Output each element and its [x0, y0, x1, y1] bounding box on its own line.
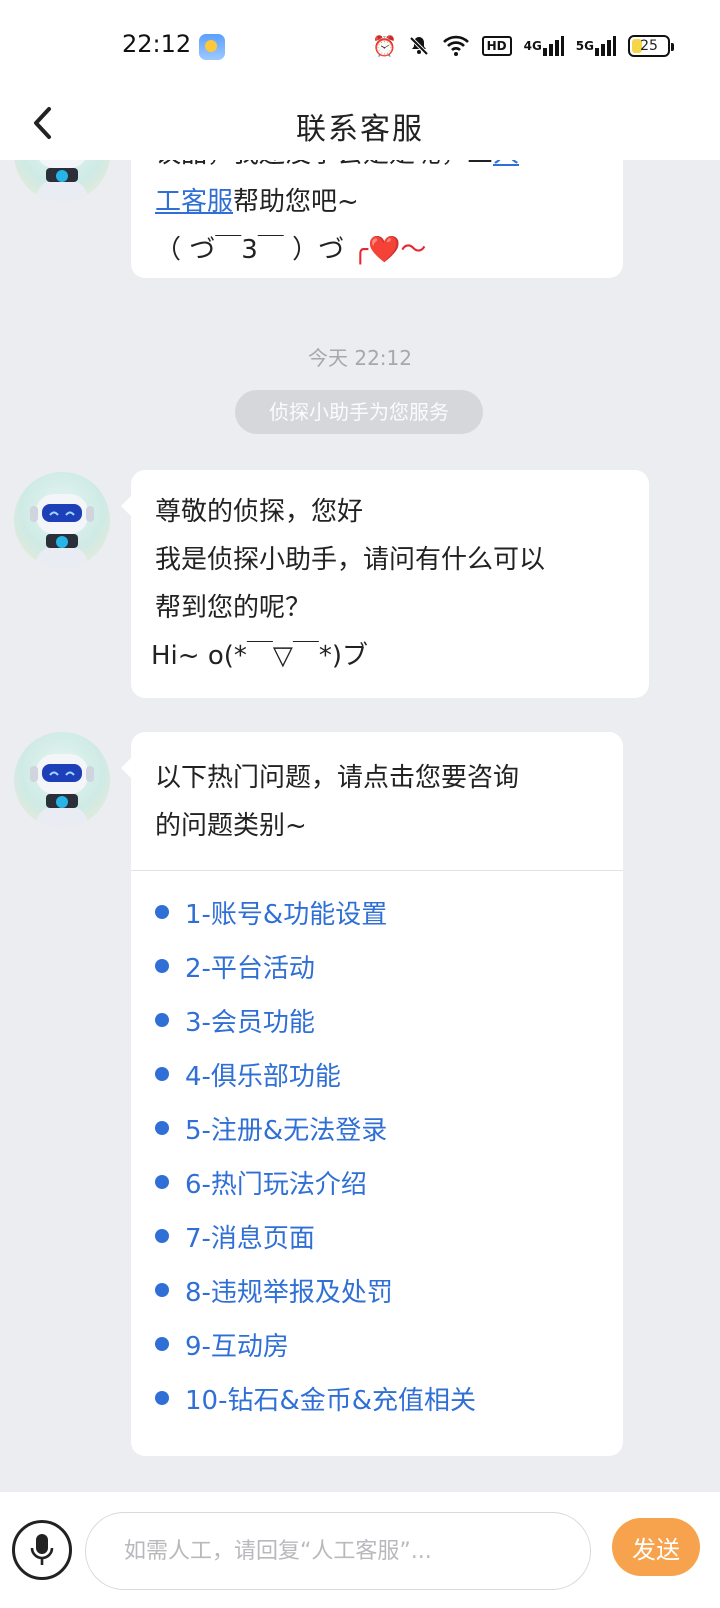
bullet-icon — [155, 1067, 169, 1081]
faq-item-messages[interactable]: 7-消息页面 — [155, 1209, 623, 1263]
greeting-line3: 帮到您的呢？ — [155, 593, 312, 623]
faq-item-membership[interactable]: 3-会员功能 — [155, 993, 623, 1047]
greeting-line2: 我是侦探小助手，请问有什么可以 — [155, 545, 546, 575]
human-service-link-part1[interactable]: 人 — [493, 160, 519, 169]
status-bar: 22:12 ⏰ HD 4G 5G 25 — [0, 0, 720, 90]
alarm-icon: ⏰ — [372, 34, 398, 58]
faq-item-label: 9-互动房 — [185, 1331, 289, 1362]
bot-avatar — [14, 160, 110, 202]
faq-intro-line1: 以下热门问题，请点击您要咨询 — [155, 763, 520, 793]
message-timestamp: 今天 22:12 — [308, 346, 412, 370]
bullet-icon — [155, 959, 169, 973]
faq-item-recharge[interactable]: 10-钻石&金币&充值相关 — [155, 1371, 623, 1425]
faq-item-platform-activities[interactable]: 2-平台活动 — [155, 939, 623, 993]
bullet-icon — [155, 1283, 169, 1297]
bot-avatar — [14, 472, 110, 568]
bullet-icon — [155, 905, 169, 919]
mute-bell-icon — [408, 34, 430, 58]
prev-message-line2: 工客服帮助您吧~ — [155, 178, 599, 226]
robot-icon — [36, 160, 88, 202]
faq-item-interactive-room[interactable]: 9-互动房 — [155, 1317, 623, 1371]
faq-item-label: 10-钻石&金币&充值相关 — [185, 1385, 477, 1416]
signal-4g-label: 4G — [523, 39, 542, 53]
faq-item-label: 1-账号&功能设置 — [185, 899, 388, 930]
faq-item-label: 5-注册&无法登录 — [185, 1115, 388, 1146]
bullet-icon — [155, 1013, 169, 1027]
message-input[interactable] — [85, 1512, 591, 1590]
battery-level: 25 — [640, 38, 658, 54]
faq-item-label: 3-会员功能 — [185, 1007, 315, 1038]
status-icons: ⏰ HD 4G 5G 25 — [372, 34, 674, 58]
bullet-icon — [155, 1175, 169, 1189]
heart-icon: ╭❤️～ — [352, 235, 427, 265]
page-title: 联系客服 — [296, 112, 424, 147]
faq-intro-line2: 的问题类别~ — [155, 811, 307, 841]
faq-item-gameplay[interactable]: 6-热门玩法介绍 — [155, 1155, 623, 1209]
system-notice: 侦探小助手为您服务 — [235, 390, 483, 434]
signal-5g-icon: 5G — [576, 34, 616, 58]
greeting-line1: 尊敬的侦探，您好 — [155, 497, 364, 527]
battery-icon: 25 — [628, 35, 674, 57]
prev-message-bubble: 议品，我还没学会是是呢，三人 工客服帮助您吧~ （ づ￣3￣ ）づ ╭❤️～ — [131, 160, 623, 278]
faq-item-account-settings[interactable]: 1-账号&功能设置 — [155, 885, 623, 939]
bullet-icon — [155, 1337, 169, 1351]
bullet-icon — [155, 1121, 169, 1135]
faq-item-label: 2-平台活动 — [185, 953, 315, 984]
prev-message-text2: 帮助您吧~ — [233, 187, 359, 217]
weather-icon — [199, 34, 225, 60]
robot-icon — [30, 494, 94, 568]
faq-list: 1-账号&功能设置 2-平台活动 3-会员功能 4-俱乐部功能 5-注册&无法登… — [131, 871, 623, 1437]
prev-message-line1: 议品，我还没学会是是呢，三人 — [155, 160, 599, 178]
faq-item-label: 6-热门玩法介绍 — [185, 1169, 367, 1200]
nav-header: 联系客服 — [0, 90, 720, 160]
faq-item-label: 7-消息页面 — [185, 1223, 315, 1254]
input-bar: 发送 — [0, 1492, 720, 1608]
status-time: 22:12 — [122, 30, 192, 58]
bullet-icon — [155, 1391, 169, 1405]
faq-item-label: 8-违规举报及处罚 — [185, 1277, 393, 1308]
voice-input-button[interactable] — [12, 1520, 72, 1580]
faq-bubble: 以下热门问题，请点击您要咨询 的问题类别~ 1-账号&功能设置 2-平台活动 3… — [121, 732, 623, 1456]
greeting-bubble: 尊敬的侦探，您好 我是侦探小助手，请问有什么可以 帮到您的呢？ Hi~ o(*￣… — [121, 470, 649, 698]
microphone-icon — [30, 1534, 54, 1565]
hd-icon: HD — [481, 36, 512, 56]
robot-icon — [30, 754, 94, 828]
bullet-icon — [155, 1229, 169, 1243]
prev-message-kaomoji: （ づ￣3￣ ）づ — [155, 235, 345, 265]
bot-avatar — [14, 732, 110, 828]
faq-item-label: 4-俱乐部功能 — [185, 1061, 341, 1092]
faq-item-register-login[interactable]: 5-注册&无法登录 — [155, 1101, 623, 1155]
greeting-line4: Hi~ o(*￣▽￣*)ブ — [151, 641, 369, 671]
wifi-icon — [442, 34, 470, 58]
chat-area[interactable]: 议品，我还没学会是是呢，三人 工客服帮助您吧~ （ づ￣3￣ ）づ ╭❤️～ 今… — [0, 160, 720, 1492]
faq-item-violations[interactable]: 8-违规举报及处罚 — [155, 1263, 623, 1317]
prev-message-line3: （ づ￣3￣ ）づ ╭❤️～ — [155, 226, 599, 274]
send-button[interactable]: 发送 — [612, 1518, 700, 1576]
prev-message-text1: 议品，我还没学会是是呢，三 — [155, 160, 493, 169]
human-service-link-part2[interactable]: 工客服 — [155, 187, 233, 217]
faq-item-club[interactable]: 4-俱乐部功能 — [155, 1047, 623, 1101]
faq-intro: 以下热门问题，请点击您要咨询 的问题类别~ — [131, 732, 623, 870]
signal-4g-icon: 4G — [524, 34, 564, 58]
signal-5g-label: 5G — [575, 39, 594, 53]
